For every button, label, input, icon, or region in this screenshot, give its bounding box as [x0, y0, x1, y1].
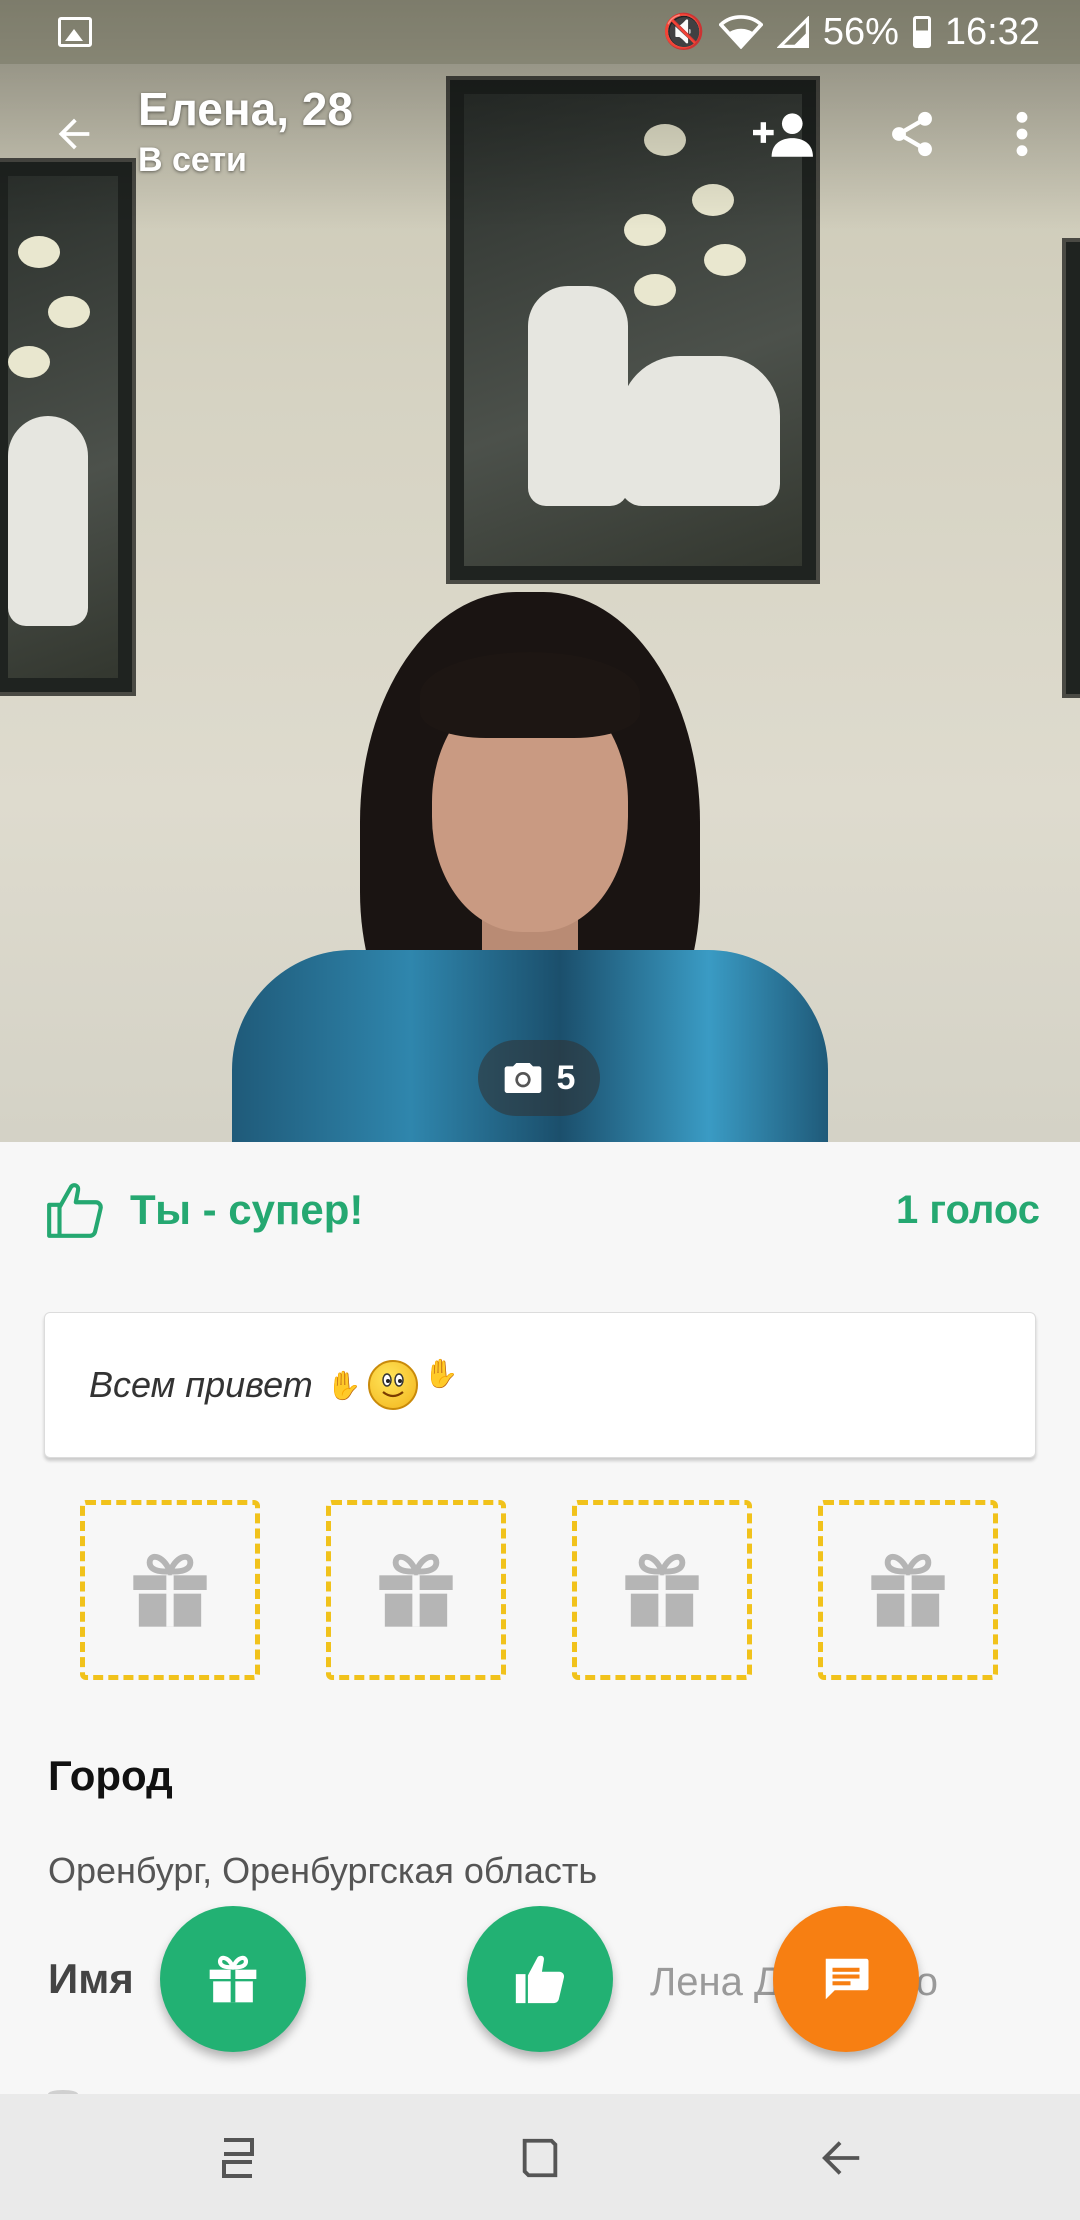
gift-icon: [133, 1554, 207, 1627]
share-button[interactable]: [874, 96, 950, 172]
title-block: Елена, 28 В сети: [138, 84, 353, 180]
clock: 16:32: [944, 10, 1040, 53]
person-add-icon: [753, 113, 813, 157]
wall-picture-right: [1062, 238, 1080, 698]
thumbs-up-icon: [515, 1955, 565, 2004]
city-label: Город: [48, 1752, 173, 1799]
mute-icon: 🔇: [662, 13, 705, 51]
gift-slot-4[interactable]: [818, 1500, 998, 1680]
camera-icon: [504, 1063, 541, 1093]
vote-row[interactable]: Ты - супер! 1 голос: [44, 1170, 1040, 1250]
status-message-text: Всем привет: [89, 1364, 313, 1405]
vote-count: 1 голос: [896, 1187, 1040, 1232]
gift-icon: [625, 1554, 699, 1627]
gift-icon: [209, 1955, 257, 2003]
send-gift-button[interactable]: [160, 1906, 306, 2052]
gift-slot-1[interactable]: [80, 1500, 260, 1680]
waving-hand-icon: ✋: [326, 1369, 362, 1401]
city-value: Оренбург, Оренбургская область: [48, 1850, 598, 1891]
smiley-emoji-icon: [367, 1360, 418, 1410]
gift-icon: [379, 1554, 453, 1627]
gift-slot-2[interactable]: [326, 1500, 506, 1680]
gift-icon: [871, 1554, 945, 1627]
status-message-card: Всем привет ✋ ✋: [44, 1312, 1036, 1458]
back-button[interactable]: [36, 96, 112, 172]
share-icon: [892, 111, 932, 157]
vote-label: Ты - супер!: [130, 1186, 364, 1233]
gift-slot-3[interactable]: [572, 1500, 752, 1680]
wall-picture-left: [0, 158, 136, 696]
waving-hand-icon: ✋: [423, 1357, 459, 1389]
profile-title: Елена, 28: [138, 83, 353, 135]
recent-apps-button[interactable]: [198, 2118, 278, 2198]
chat-icon: [825, 1958, 869, 2000]
gallery-notification-icon: [58, 17, 92, 47]
gift-slots: [80, 1500, 1000, 1680]
wifi-icon: [718, 15, 763, 49]
home-button[interactable]: [500, 2118, 580, 2198]
photo-count-badge[interactable]: 5: [478, 1040, 600, 1116]
recent-apps-icon: [222, 2138, 254, 2178]
add-friend-button[interactable]: [746, 96, 822, 172]
more-options-button[interactable]: [984, 96, 1060, 172]
app-bar: Елена, 28 В сети: [0, 76, 1080, 196]
name-label: Имя: [48, 1955, 134, 2002]
like-button[interactable]: [467, 1906, 613, 2052]
battery-percent: 56%: [822, 10, 899, 53]
home-square-icon: [522, 2138, 558, 2178]
signal-icon: [776, 16, 809, 48]
profile-screen: 5 🔇 56% 16:32 Елена, 28 В сети Ты - супе…: [0, 0, 1080, 2220]
arrow-left-icon: [58, 118, 90, 150]
thumbs-up-icon: [47, 1183, 103, 1238]
send-message-button[interactable]: [773, 1906, 919, 2052]
system-nav-bar: [0, 2094, 1080, 2220]
status-bar: 🔇 56% 16:32: [0, 0, 1080, 64]
more-vertical-icon: [1016, 111, 1028, 157]
photo-count: 5: [556, 1058, 576, 1097]
battery-icon: [912, 16, 931, 48]
online-status: В сети: [138, 140, 247, 179]
system-back-button[interactable]: [802, 2118, 882, 2198]
back-arrow-icon: [822, 2141, 860, 2175]
